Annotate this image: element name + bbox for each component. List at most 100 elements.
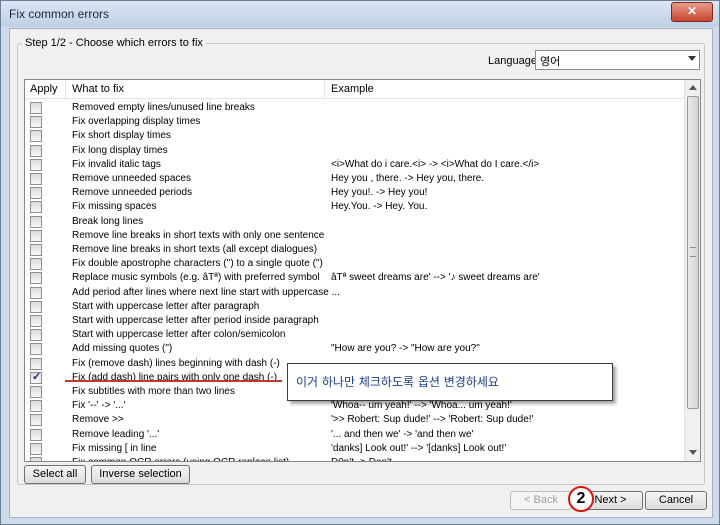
scroll-down-button[interactable] [686, 446, 699, 460]
fix-row[interactable]: Fix double apostrophe characters ('') to… [25, 257, 685, 271]
fix-row[interactable]: Start with uppercase letter after paragr… [25, 300, 685, 314]
fix-row[interactable]: Remove unneeded spaces Hey you , there. -… [25, 172, 685, 186]
apply-checkbox[interactable] [30, 187, 42, 200]
fix-row[interactable]: Add missing quotes (") "How are you? -> "… [25, 342, 685, 356]
list-header: Apply What to fix Example [25, 80, 685, 99]
fix-row[interactable]: Fix common OCR errors (using OCR replace… [25, 456, 685, 461]
fix-label: Break long lines [72, 215, 144, 227]
scroll-down-icon [689, 450, 697, 455]
fix-label: Fix overlapping display times [72, 116, 201, 128]
apply-checkbox[interactable] [30, 244, 42, 256]
fix-row[interactable]: Remove line breaks in short texts with o… [25, 229, 685, 243]
fix-label: Remove leading '...' [72, 428, 160, 440]
example-text: Hey you!. -> Hey you! [331, 187, 428, 199]
apply-checkbox[interactable] [30, 158, 42, 171]
apply-checkbox[interactable] [30, 258, 42, 271]
fix-label: Start with uppercase letter after paragr… [72, 300, 260, 312]
annotation-underline [65, 380, 282, 382]
fix-row[interactable]: Fix overlapping display times [25, 115, 685, 129]
fix-row[interactable]: Start with uppercase letter after period… [25, 314, 685, 328]
apply-checkbox[interactable] [30, 428, 42, 441]
apply-checkbox[interactable] [30, 144, 42, 157]
vertical-scrollbar[interactable] [684, 80, 700, 461]
apply-checkbox[interactable] [30, 286, 42, 299]
fix-label: Start with uppercase letter after colon/… [72, 329, 286, 341]
dialog-body: Step 1/2 - Choose which errors to fix La… [9, 28, 713, 518]
fix-label: Replace music symbols (e.g. âTª) with pr… [72, 272, 320, 284]
fix-row[interactable]: Start with uppercase letter after colon/… [25, 328, 685, 342]
apply-checkbox[interactable] [30, 386, 42, 398]
fix-list[interactable]: Apply What to fix Example Removed empty … [24, 79, 701, 462]
column-header-apply[interactable]: Apply [30, 83, 58, 95]
window-title: Fix common errors [9, 7, 110, 21]
fix-label: Remove unneeded periods [72, 187, 193, 199]
grip-icon [690, 247, 696, 257]
fix-row[interactable]: Remove >> '>> Robert: Sup dude!' --> 'Rob… [25, 413, 685, 427]
apply-checkbox[interactable] [30, 414, 42, 427]
fix-label: Fix common OCR errors (using OCR replace… [72, 457, 289, 461]
column-header-what-to-fix[interactable]: What to fix [72, 83, 124, 95]
fix-row[interactable]: Fix missing spaces Hey.You. -> Hey. You. [25, 200, 685, 214]
fix-row[interactable]: Remove unneeded periods Hey you!. -> Hey … [25, 186, 685, 200]
fix-row[interactable]: Fix missing [ in line 'danks] Look out!' … [25, 442, 685, 456]
fix-label: Fix long display times [72, 144, 168, 156]
fix-label: Fix '--' -> '...' [72, 400, 126, 412]
example-text: '... and then we' -> 'and then we' [331, 428, 474, 440]
apply-checkbox[interactable] [30, 102, 42, 114]
fix-label: Remove >> [72, 414, 124, 426]
fix-row[interactable]: Break long lines [25, 215, 685, 229]
fix-label: Fix invalid italic tags [72, 158, 161, 170]
fix-label: Fix short display times [72, 130, 171, 142]
apply-checkbox[interactable] [30, 272, 42, 285]
example-text: D0n't -> Don't [331, 457, 392, 461]
fix-row[interactable]: Fix long display times [25, 144, 685, 158]
fix-common-errors-window: Fix common errors ✕ Step 1/2 - Choose wh… [0, 0, 720, 525]
fix-row[interactable]: Fix short display times [25, 129, 685, 143]
fix-label: Fix missing spaces [72, 201, 157, 213]
apply-checkbox[interactable] [30, 173, 42, 185]
apply-checkbox[interactable] [30, 357, 42, 370]
apply-checkbox[interactable] [30, 229, 42, 242]
language-select[interactable]: 영어 [535, 50, 700, 70]
example-text: '>> Robert: Sup dude!' --> 'Robert: Sup … [331, 414, 534, 426]
fix-row[interactable]: Replace music symbols (e.g. âTª) with pr… [25, 271, 685, 285]
back-button[interactable]: < Back [510, 491, 572, 510]
fix-row[interactable]: Remove line breaks in short texts (all e… [25, 243, 685, 257]
apply-checkbox[interactable] [30, 201, 42, 214]
check-icon: ✓ [32, 370, 42, 383]
fix-label: Remove line breaks in short texts (all e… [72, 244, 318, 255]
select-all-button[interactable]: Select all [24, 465, 86, 484]
scroll-thumb[interactable] [687, 96, 699, 409]
apply-checkbox[interactable] [30, 215, 42, 228]
fix-row[interactable]: Add period after lines where next line s… [25, 286, 685, 300]
fix-label: Fix subtitles with more than two lines [72, 386, 235, 397]
apply-checkbox[interactable] [30, 116, 42, 129]
chevron-down-icon[interactable] [688, 56, 696, 61]
cancel-button[interactable]: Cancel [645, 491, 707, 510]
inverse-selection-button[interactable]: Inverse selection [91, 465, 190, 484]
apply-checkbox[interactable] [30, 457, 42, 461]
apply-checkbox[interactable] [30, 130, 42, 143]
fix-row[interactable]: Removed empty lines/unused line breaks [25, 101, 685, 115]
apply-checkbox[interactable] [30, 400, 42, 413]
apply-checkbox[interactable] [30, 343, 42, 356]
example-text: 'danks] Look out!' --> '[danks] Look out… [331, 442, 507, 454]
column-divider[interactable] [324, 80, 325, 98]
apply-checkbox[interactable] [30, 315, 42, 327]
apply-checkbox[interactable] [30, 442, 42, 455]
close-button[interactable]: ✕ [671, 2, 713, 22]
apply-checkbox[interactable] [30, 300, 42, 313]
column-header-example[interactable]: Example [331, 83, 374, 95]
fix-label: Add missing quotes (") [72, 343, 173, 355]
fix-row[interactable]: Fix '--' -> '...' 'Whoa-- um yeah!' --> '… [25, 399, 685, 413]
column-divider[interactable] [65, 80, 66, 98]
fix-label: Remove line breaks in short texts with o… [72, 229, 325, 241]
fix-label: Start with uppercase letter after period… [72, 315, 319, 326]
apply-checkbox[interactable]: ✓ [30, 370, 42, 384]
fix-row[interactable]: Fix invalid italic tags <i>What do i care… [25, 158, 685, 172]
apply-checkbox[interactable] [30, 329, 42, 342]
scroll-up-button[interactable] [686, 81, 699, 95]
fix-row[interactable]: Remove leading '...' '... and then we' ->… [25, 428, 685, 442]
language-value: 영어 [540, 55, 561, 68]
example-text: Hey.You. -> Hey. You. [331, 201, 428, 213]
